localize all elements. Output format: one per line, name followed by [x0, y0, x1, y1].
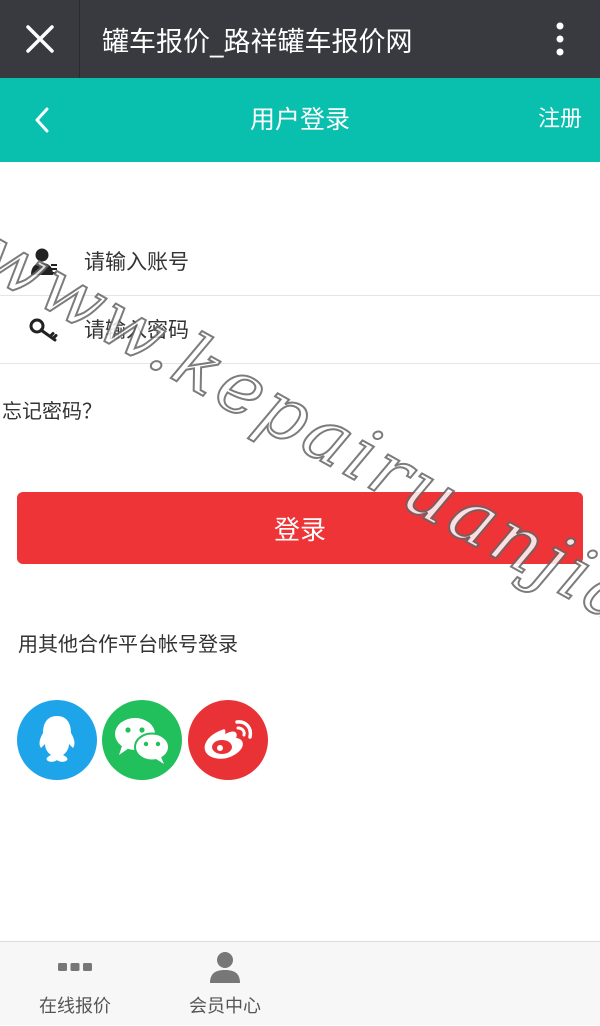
qq-login-button[interactable]	[17, 700, 97, 780]
user-icon	[0, 228, 84, 296]
nav-member-center[interactable]: 会员中心	[150, 942, 300, 1026]
weibo-login-button[interactable]	[188, 700, 268, 780]
more-button[interactable]	[520, 0, 600, 78]
browser-bar: 罐车报价_路祥罐车报价网	[0, 0, 600, 78]
qq-icon	[39, 716, 75, 762]
other-platform-title: 用其他合作平台帐号登录	[18, 632, 238, 656]
nav-online-quote-label: 在线报价	[39, 996, 111, 1017]
forgot-password-link[interactable]: 忘记密码？	[2, 395, 102, 424]
register-link[interactable]: 注册	[538, 78, 582, 162]
wechat-login-button[interactable]	[102, 700, 182, 780]
user-icon	[150, 942, 300, 992]
account-input[interactable]	[84, 231, 600, 292]
password-input[interactable]	[84, 299, 600, 360]
page-title: 用户登录	[249, 105, 350, 134]
nav-online-quote[interactable]: 在线报价	[0, 942, 150, 1026]
wechat-icon	[115, 718, 170, 764]
bottom-nav: 在线报价 会员中心	[0, 941, 600, 1025]
weibo-icon	[204, 720, 253, 759]
nav-member-center-label: 会员中心	[189, 996, 261, 1017]
account-field-row	[0, 228, 600, 296]
password-field-row	[0, 296, 600, 364]
more-vertical-icon	[556, 22, 564, 56]
dots-icon	[0, 942, 150, 992]
app-header: 用户登录 注册	[0, 78, 600, 162]
browser-title: 罐车报价_路祥罐车报价网	[102, 26, 413, 58]
close-button[interactable]	[0, 0, 80, 78]
login-button[interactable]: 登录	[17, 492, 583, 564]
close-icon	[25, 25, 54, 53]
key-icon	[0, 296, 84, 364]
